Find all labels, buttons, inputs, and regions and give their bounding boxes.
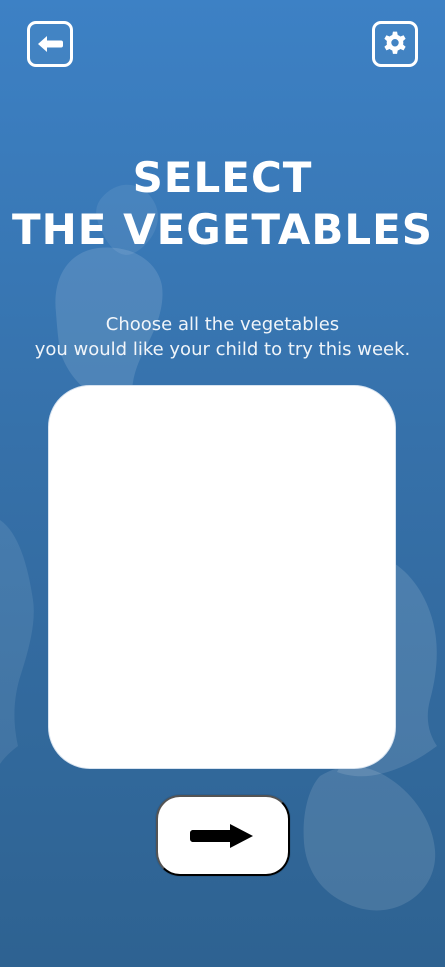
settings-button[interactable] bbox=[372, 21, 418, 67]
back-button[interactable] bbox=[27, 21, 73, 67]
vegetable-selection-card[interactable] bbox=[48, 385, 396, 769]
right-arrow-icon bbox=[190, 823, 253, 848]
page-title-line-1: SELECT bbox=[132, 153, 313, 202]
instructions-text: Choose all the vegetables you would like… bbox=[0, 312, 445, 362]
back-arrow-icon bbox=[38, 36, 63, 52]
page-title: SELECT THE VEGETABLES bbox=[0, 152, 445, 256]
vegetable-selection-screen: SELECT THE VEGETABLES Choose all the veg… bbox=[0, 0, 445, 967]
instructions-line-2: you would like your child to try this we… bbox=[34, 339, 411, 360]
next-button[interactable] bbox=[156, 795, 290, 876]
instructions-line-1: Choose all the vegetables bbox=[105, 314, 340, 335]
page-title-line-2: THE VEGETABLES bbox=[11, 205, 434, 254]
gear-icon bbox=[384, 31, 406, 54]
